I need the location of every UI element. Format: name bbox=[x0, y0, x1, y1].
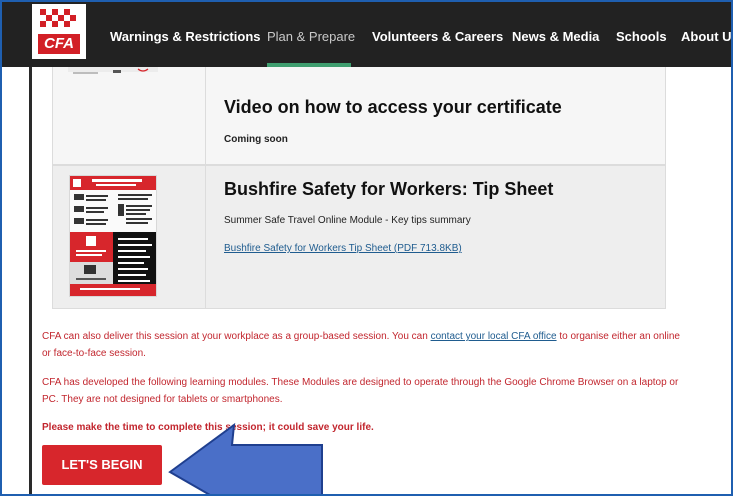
learning-modules-paragraph: CFA has developed the following learning… bbox=[42, 377, 679, 405]
left-edge-bar bbox=[29, 67, 32, 494]
pointing-arrow-icon bbox=[168, 422, 323, 494]
lets-begin-button[interactable]: LET'S BEGIN bbox=[42, 445, 162, 485]
resource-row: Video on how to access your certificate … bbox=[52, 67, 666, 165]
nav-warnings-restrictions[interactable]: Warnings & Restrictions bbox=[110, 2, 260, 67]
paragraph-text: CFA can also deliver this session at you… bbox=[42, 331, 431, 342]
thumbnail-remnant bbox=[68, 67, 158, 74]
cfa-logo-text: CFA bbox=[38, 34, 80, 54]
nav-about-us[interactable]: About Us bbox=[681, 2, 731, 67]
tip-sheet-pdf-link[interactable]: Bushfire Safety for Workers Tip Sheet (P… bbox=[224, 243, 462, 254]
contact-cfa-office-link[interactable]: contact your local CFA office bbox=[431, 331, 557, 342]
complete-session-notice: Please make the time to complete this se… bbox=[42, 422, 374, 433]
resource-subtitle: Coming soon bbox=[224, 134, 288, 145]
nav-plan-prepare[interactable]: Plan & Prepare bbox=[267, 2, 355, 67]
nav-news-media[interactable]: News & Media bbox=[512, 2, 599, 67]
cell-divider bbox=[205, 166, 206, 308]
cfa-logo-checker-icon bbox=[40, 9, 78, 31]
cfa-logo[interactable]: CFA bbox=[32, 4, 86, 59]
workplace-session-paragraph: CFA can also deliver this session at you… bbox=[42, 328, 682, 362]
resource-title: Bushfire Safety for Workers: Tip Sheet bbox=[224, 179, 554, 199]
tip-sheet-thumbnail[interactable] bbox=[69, 175, 157, 297]
nav-schools[interactable]: Schools bbox=[616, 2, 667, 67]
resource-subtitle: Summer Safe Travel Online Module - Key t… bbox=[224, 215, 471, 226]
cell-divider bbox=[205, 67, 206, 164]
resource-title: Video on how to access your certificate bbox=[224, 97, 562, 117]
nav-volunteers-careers[interactable]: Volunteers & Careers bbox=[372, 2, 503, 67]
browser-frame: CFA Warnings & Restrictions Plan & Prepa… bbox=[0, 0, 733, 496]
resource-row: Bushfire Safety for Workers: Tip Sheet S… bbox=[52, 165, 666, 309]
top-nav: CFA Warnings & Restrictions Plan & Prepa… bbox=[2, 2, 731, 67]
